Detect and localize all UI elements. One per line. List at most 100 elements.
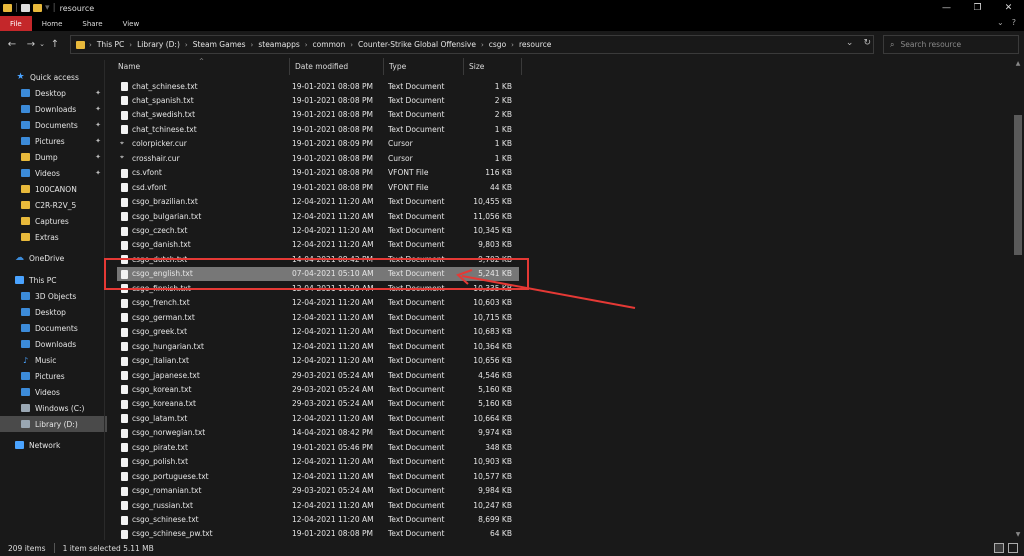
table-row[interactable]: csgo_brazilian.txt 12-04-2021 11:20 AM Tex… [107,195,527,209]
file-type: VFONT File [388,168,429,178]
nav-desktop[interactable]: Desktop [0,304,107,320]
recent-locations-icon[interactable]: ⌄ [38,40,46,48]
help-icon[interactable]: ? [1012,18,1016,27]
nav-c2r-r2v[interactable]: C2R-R2V_5 [0,197,107,213]
table-row[interactable]: csgo_japanese.txt 29-03-2021 05:24 AM Text… [107,368,527,382]
forward-arrow-icon[interactable]: → [24,39,38,50]
table-row[interactable]: csgo_koreana.txt 29-03-2021 05:24 AM Text … [107,397,527,411]
nav-pictures-pinned[interactable]: Pictures ✦ [0,133,107,149]
table-row[interactable]: csgo_danish.txt 12-04-2021 11:20 AM Text D… [107,238,527,252]
scroll-up-icon[interactable]: ▲ [1012,60,1024,67]
table-row[interactable]: csgo_russian.txt 12-04-2021 11:20 AM Text … [107,498,527,512]
table-row[interactable]: csgo_czech.txt 12-04-2021 11:20 AM Text Do… [107,224,527,238]
breadcrumb-separator[interactable]: › [511,41,514,49]
breadcrumb-this-pc[interactable]: This PC [97,40,124,49]
table-row[interactable]: csgo_korean.txt 29-03-2021 05:24 AM Text D… [107,382,527,396]
address-dropdown-icon[interactable]: ⌄ [846,38,854,48]
dropdown-icon[interactable]: ▾ [45,3,50,13]
breadcrumb-steam-games[interactable]: Steam Games [193,40,246,49]
close-button[interactable]: ✕ [993,0,1024,16]
table-row[interactable]: csgo_hungarian.txt 12-04-2021 11:20 AM Tex… [107,339,527,353]
up-arrow-icon[interactable]: ↑ [48,39,62,50]
breadcrumb-separator[interactable]: › [251,41,254,49]
table-row[interactable]: csgo_bulgarian.txt 12-04-2021 11:20 AM Tex… [107,209,527,223]
breadcrumb-resource[interactable]: resource [519,40,551,49]
nav-dump[interactable]: Dump ✦ [0,149,107,165]
scrollbar-thumb[interactable] [1014,115,1022,255]
tab-view[interactable]: View [113,16,150,31]
table-row[interactable]: csgo_portuguese.txt 12-04-2021 11:20 AM Te… [107,469,527,483]
details-view-icon[interactable] [994,543,1004,553]
vertical-scrollbar[interactable]: ▲ ▼ [1012,58,1024,540]
table-row[interactable]: csgo_german.txt 12-04-2021 11:20 AM Text D… [107,310,527,324]
nav-this-pc[interactable]: This PC [0,272,107,288]
nav-3d-objects[interactable]: 3D Objects [0,288,107,304]
search-box[interactable]: ⌕ [883,35,1019,54]
breadcrumb-separator[interactable]: › [185,41,188,49]
nav-music[interactable]: ♪ Music [0,352,107,368]
table-row[interactable]: chat_schinese.txt 19-01-2021 08:08 PM Text… [107,79,527,93]
breadcrumb-separator[interactable]: › [350,41,353,49]
tab-share[interactable]: Share [72,16,112,31]
address-bar[interactable]: › This PC › Library (D:) › Steam Games ›… [70,35,874,54]
table-row[interactable]: csgo_norwegian.txt 14-04-2021 08:42 PM Tex… [107,426,527,440]
navigation-pane-divider[interactable] [104,60,105,540]
column-header-name[interactable]: Name [113,58,289,75]
nav-quick-access[interactable]: ★ Quick access [0,69,107,85]
nav-documents[interactable]: Documents [0,320,107,336]
large-icons-view-icon[interactable] [1008,543,1018,553]
table-row[interactable]: chat_swedish.txt 19-01-2021 08:08 PM Text … [107,108,527,122]
nav-100canon[interactable]: 100CANON [0,181,107,197]
scroll-down-icon[interactable]: ▼ [1012,531,1024,538]
breadcrumb-csgo-folder[interactable]: Counter-Strike Global Offensive [358,40,476,49]
column-header-date[interactable]: Date modified [289,58,383,75]
table-row[interactable]: csgo_schinese_pw.txt 19-01-2021 08:08 PM T… [107,527,527,540]
table-row[interactable]: csgo_pirate.txt 19-01-2021 05:46 PM Text D… [107,440,527,454]
nav-library-d[interactable]: Library (D:) [0,416,107,432]
table-row[interactable]: csgo_french.txt 12-04-2021 11:20 AM Text D… [107,296,527,310]
breadcrumb-steamapps[interactable]: steamapps [258,40,299,49]
ribbon-collapse-icon[interactable]: ⌄ [997,18,1004,27]
maximize-button[interactable]: ❐ [962,0,993,16]
table-row[interactable]: ⌖ crosshair.cur 19-01-2021 08:08 PM Cursor 1… [107,151,527,165]
nav-network[interactable]: Network [0,437,107,453]
breadcrumb-separator[interactable]: › [129,41,132,49]
tab-file[interactable]: File [0,16,32,31]
refresh-icon[interactable]: ↻ [863,38,871,48]
column-header-type[interactable]: Type [383,58,463,75]
breadcrumb-library-d[interactable]: Library (D:) [137,40,180,49]
new-folder-icon[interactable] [33,4,43,12]
nav-extras[interactable]: Extras [0,229,107,245]
column-header-size[interactable]: Size [463,58,521,75]
nav-documents-pinned[interactable]: Documents ✦ [0,117,107,133]
nav-onedrive[interactable]: ☁ OneDrive [0,250,107,266]
nav-downloads-pinned[interactable]: Downloads ✦ [0,101,107,117]
table-row[interactable]: ⌖ colorpicker.cur 19-01-2021 08:09 PM Curso… [107,137,527,151]
table-row[interactable]: csgo_polish.txt 12-04-2021 11:20 AM Text D… [107,455,527,469]
nav-pictures[interactable]: Pictures [0,368,107,384]
table-row[interactable]: csgo_schinese.txt 12-04-2021 11:20 AM Text… [107,513,527,527]
table-row[interactable]: csgo_romanian.txt 29-03-2021 05:24 AM Text… [107,484,527,498]
nav-windows-c[interactable]: Windows (C:) [0,400,107,416]
breadcrumb-csgo[interactable]: csgo [489,40,506,49]
nav-videos-pinned[interactable]: Videos ✦ [0,165,107,181]
table-row[interactable]: csd.vfont 19-01-2021 08:08 PM VFONT File 44… [107,180,527,194]
nav-desktop-pinned[interactable]: Desktop ✦ [0,85,107,101]
back-arrow-icon[interactable]: ← [5,39,19,50]
table-row[interactable]: csgo_greek.txt 12-04-2021 11:20 AM Text Do… [107,325,527,339]
breadcrumb-separator[interactable]: › [305,41,308,49]
nav-downloads[interactable]: Downloads [0,336,107,352]
table-row[interactable]: chat_spanish.txt 19-01-2021 08:08 PM Text … [107,93,527,107]
table-row[interactable]: cs.vfont 19-01-2021 08:08 PM VFONT File 116… [107,166,527,180]
table-row[interactable]: chat_tchinese.txt 19-01-2021 08:08 PM Text… [107,122,527,136]
nav-videos[interactable]: Videos [0,384,107,400]
table-row[interactable]: csgo_italian.txt 12-04-2021 11:20 AM Text … [107,354,527,368]
search-input[interactable] [900,40,1011,49]
table-row[interactable]: csgo_latam.txt 12-04-2021 11:20 AM Text Do… [107,411,527,425]
properties-icon[interactable] [21,4,31,12]
breadcrumb-common[interactable]: common [313,40,346,49]
tab-home[interactable]: Home [32,16,73,31]
minimize-button[interactable]: — [931,0,962,16]
breadcrumb-separator[interactable]: › [481,41,484,49]
nav-captures[interactable]: Captures [0,213,107,229]
